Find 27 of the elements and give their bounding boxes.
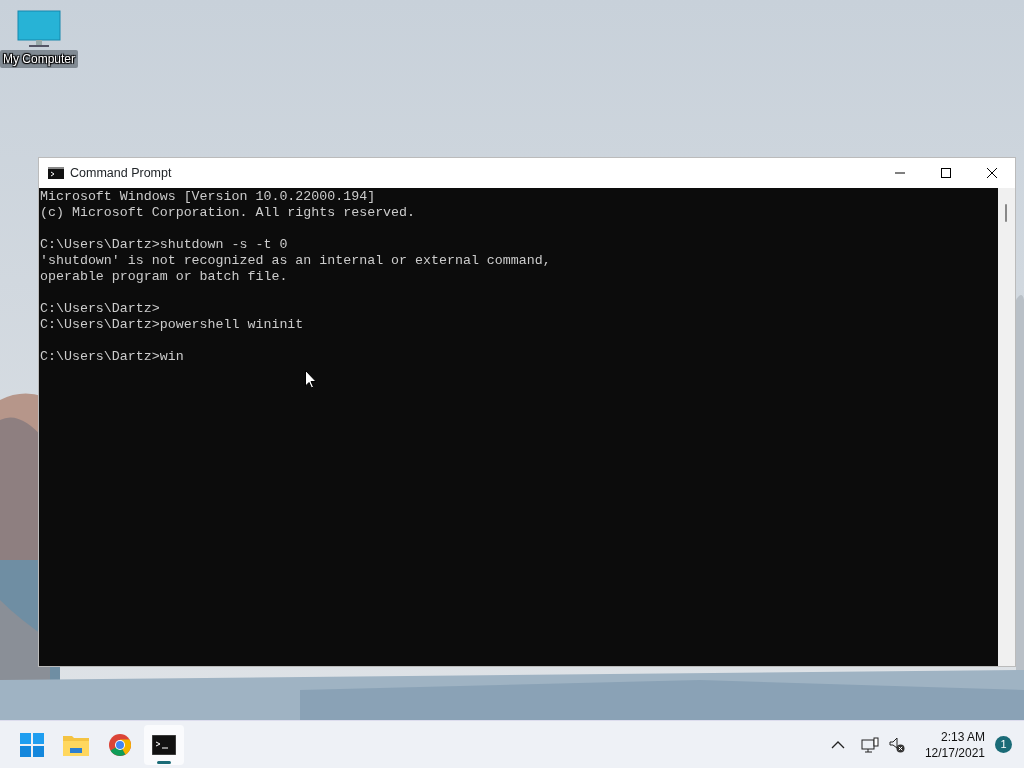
console-line: 'shutdown' is not recognized as an internal or external command,	[40, 253, 552, 269]
clock-time[interactable]: 2:13 AM	[924, 728, 985, 745]
close-icon	[987, 168, 997, 178]
mouse-cursor-icon	[305, 370, 317, 389]
console-line: (c) Microsoft Corporation. All rights reserved.	[40, 205, 417, 221]
scrollbar[interactable]	[998, 188, 1015, 666]
windows-logo-icon	[20, 732, 44, 757]
console-line: C:\Users\Dartz>win	[40, 349, 185, 365]
browser-icon	[108, 732, 132, 757]
maximize-icon	[941, 168, 951, 178]
command-prompt-button[interactable]	[144, 724, 184, 765]
console-line: C:\Users\Dartz>	[40, 301, 161, 317]
monitor-icon[interactable]	[17, 10, 61, 50]
window-title: Command Prompt	[70, 164, 173, 182]
muted-speaker-icon[interactable]	[888, 736, 905, 753]
clock-date[interactable]: 12/17/2021	[924, 744, 985, 761]
console-line: operable program or batch file.	[40, 269, 289, 285]
network-icon[interactable]	[860, 736, 879, 753]
notification-badge[interactable]: 1	[995, 736, 1012, 753]
folder-icon	[63, 733, 89, 756]
terminal-icon	[48, 167, 64, 179]
scrollbar-thumb[interactable]	[1005, 204, 1007, 222]
terminal-icon	[152, 734, 176, 755]
console-line: Microsoft Windows [Version 10.0.22000.194]	[40, 189, 377, 205]
console-line: C:\Users\Dartz>powershell wininit	[40, 317, 305, 333]
chevron-up-icon[interactable]	[830, 739, 845, 750]
console-line: C:\Users\Dartz>shutdown -s -t 0	[40, 237, 289, 253]
